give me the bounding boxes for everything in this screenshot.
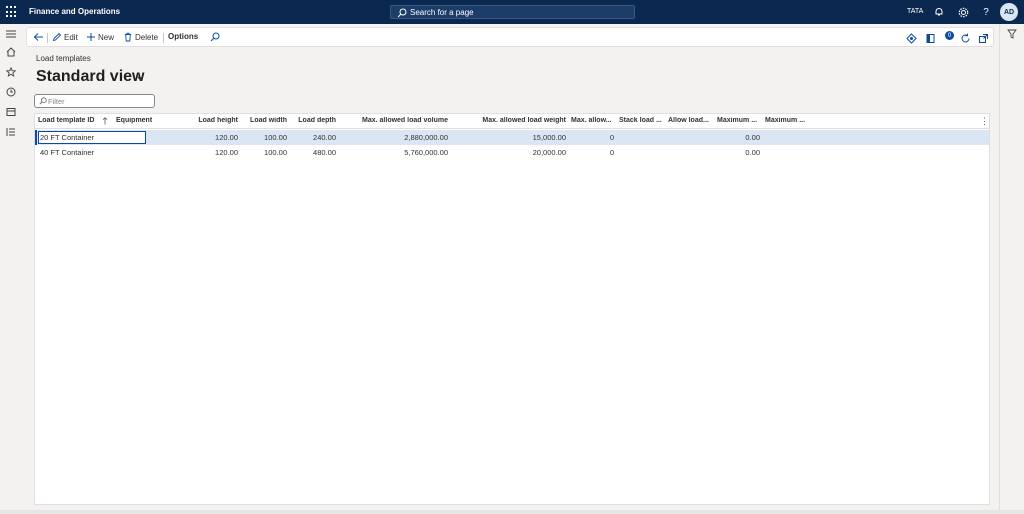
favorites-star-icon[interactable] xyxy=(5,66,17,78)
cell-load-width[interactable]: 100.00 xyxy=(241,148,287,157)
filter-funnel-icon[interactable] xyxy=(1007,29,1017,39)
column-header-load-height[interactable]: Load height xyxy=(183,117,238,124)
refresh-icon[interactable] xyxy=(959,32,971,44)
column-header-max-allowed-load-weight[interactable]: Max. allowed load weight xyxy=(452,117,566,124)
plus-icon xyxy=(87,33,95,41)
search-icon xyxy=(397,8,407,18)
navigation-rail xyxy=(0,24,22,514)
table-row[interactable]: 20 FT Container 120.00 100.00 240.00 2,8… xyxy=(35,130,989,145)
action-search-button[interactable] xyxy=(210,32,220,42)
open-in-new-window-icon[interactable] xyxy=(977,32,989,44)
cell-load-width[interactable]: 100.00 xyxy=(241,133,287,142)
top-bar: Finance and Operations Search for a page… xyxy=(0,0,1024,24)
edit-button[interactable]: Edit xyxy=(52,32,78,42)
cell-max-allowed-load-weight[interactable]: 15,000.00 xyxy=(452,133,566,142)
back-button[interactable] xyxy=(33,32,44,42)
app-launcher-icon[interactable] xyxy=(6,6,18,18)
cell-max-allow[interactable]: 0 xyxy=(571,133,614,142)
notifications-icon[interactable] xyxy=(932,5,946,19)
column-header-max-allowed-load-volume[interactable]: Max. allowed load volume xyxy=(340,117,448,124)
home-icon[interactable] xyxy=(5,46,17,58)
column-header-maximum-b[interactable]: Maximum ... xyxy=(765,117,811,124)
help-icon[interactable]: ? xyxy=(979,5,993,19)
column-header-stack-load[interactable]: Stack load ... xyxy=(619,117,666,124)
back-arrow-icon xyxy=(33,33,43,41)
app-title[interactable]: Finance and Operations xyxy=(29,7,120,16)
new-label: New xyxy=(98,32,115,42)
cell-max-allowed-load-volume[interactable]: 2,880,000.00 xyxy=(340,133,448,142)
load-templates-grid: Load template ID Equipment Load height L… xyxy=(34,113,990,505)
search-icon xyxy=(39,97,47,105)
column-header-equipment[interactable]: Equipment xyxy=(116,117,176,124)
more-columns-icon[interactable]: ⋮ xyxy=(980,116,989,127)
recent-clock-icon[interactable] xyxy=(5,86,17,98)
grid-header: Load template ID Equipment Load height L… xyxy=(35,114,989,129)
cell-max-allowed-load-volume[interactable]: 5,760,000.00 xyxy=(340,148,448,157)
column-header-allow-load[interactable]: Allow load... xyxy=(668,117,714,124)
search-icon xyxy=(210,32,220,42)
table-row[interactable]: 40 FT Container 120.00 100.00 480.00 5,7… xyxy=(35,145,989,160)
right-side-rail xyxy=(999,24,1024,514)
pencil-icon xyxy=(52,32,62,42)
cell-load-template-id[interactable]: 20 FT Container xyxy=(40,133,94,142)
column-header-max-allow[interactable]: Max. allow... xyxy=(571,117,617,124)
column-header-maximum-a[interactable]: Maximum ... xyxy=(717,117,763,124)
page-breadcrumb: Load templates xyxy=(36,54,91,63)
modules-list-icon[interactable] xyxy=(5,126,17,138)
cell-load-depth[interactable]: 480.00 xyxy=(290,148,336,157)
column-header-load-width[interactable]: Load width xyxy=(241,117,287,124)
cell-maximum-a[interactable]: 0.00 xyxy=(717,148,760,157)
separator xyxy=(47,33,48,43)
separator xyxy=(163,33,164,43)
action-pane: Edit New Delete Options xyxy=(26,27,994,47)
hamburger-menu-icon[interactable] xyxy=(5,28,17,40)
page-search-box[interactable]: Search for a page xyxy=(390,5,635,19)
notification-count-badge[interactable]: 0 xyxy=(945,31,954,40)
cell-maximum-a[interactable]: 0.00 xyxy=(717,133,760,142)
workspaces-icon[interactable] xyxy=(5,106,17,118)
delete-button[interactable]: Delete xyxy=(123,32,158,42)
filter-input[interactable] xyxy=(48,96,152,106)
options-tab[interactable]: Options xyxy=(168,32,198,41)
edit-label: Edit xyxy=(64,32,78,42)
company-picker[interactable]: TATA xyxy=(907,8,923,15)
filter-field[interactable] xyxy=(34,94,155,108)
office-icon[interactable] xyxy=(924,32,936,44)
column-header-load-template-id[interactable]: Load template ID xyxy=(38,117,110,124)
bottom-edge xyxy=(0,510,1024,514)
view-selector-title[interactable]: Standard view xyxy=(36,68,144,86)
cell-load-height[interactable]: 120.00 xyxy=(183,133,238,142)
new-button[interactable]: New xyxy=(86,32,114,42)
search-label: Search for a page xyxy=(410,8,474,17)
cell-max-allowed-load-weight[interactable]: 20,000.00 xyxy=(452,148,566,157)
delete-label: Delete xyxy=(135,32,159,42)
cell-load-template-id[interactable]: 40 FT Container xyxy=(40,148,94,157)
user-avatar[interactable]: AD xyxy=(1000,3,1018,21)
trash-icon xyxy=(125,32,131,42)
power-apps-icon[interactable] xyxy=(905,32,917,44)
chevron-down-icon[interactable] xyxy=(136,75,144,81)
sort-ascending-icon[interactable] xyxy=(102,117,108,125)
column-header-load-depth[interactable]: Load depth xyxy=(290,117,336,124)
cell-load-depth[interactable]: 240.00 xyxy=(290,133,336,142)
settings-gear-icon[interactable] xyxy=(956,5,970,19)
cell-max-allow[interactable]: 0 xyxy=(571,148,614,157)
cell-load-height[interactable]: 120.00 xyxy=(183,148,238,157)
